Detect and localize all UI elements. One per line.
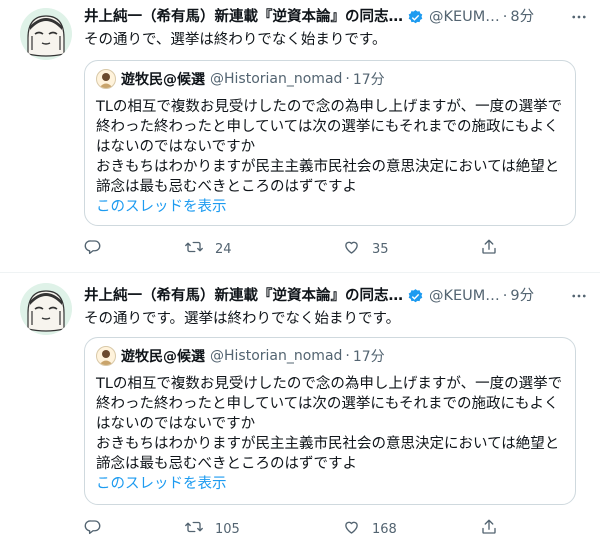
retweet-button[interactable]: 24 [184,238,232,260]
author-handle[interactable]: @KEUM… [429,7,500,27]
author-name[interactable]: 井上純一（希有馬）新連載『逆資本論』の同志… [84,7,403,27]
like-count: 168 [372,521,397,537]
like-count: 35 [372,241,389,257]
retweet-icon [184,518,204,540]
separator-dot: · [345,348,350,364]
show-thread-link[interactable]: このスレッドを表示 [96,197,227,217]
quoted-author-handle: @Historian_nomad [210,71,343,87]
show-thread-link[interactable]: このスレッドを表示 [96,474,227,494]
tweet-text: その通りです。選挙は終わりでなく始まりです。 [84,311,401,327]
more-options-icon[interactable] [570,287,588,305]
quoted-author-name: 遊牧民@候選 [121,72,205,88]
reply-button[interactable] [84,518,102,540]
share-button[interactable] [480,238,498,260]
heart-icon [342,238,361,260]
heart-icon [342,518,361,540]
like-button[interactable]: 35 [342,238,389,260]
retweet-icon [184,238,204,260]
more-options-icon[interactable] [570,8,588,26]
quoted-paragraph: おきもちはわかりますが民主主義市民社会の意思決定においては絶望と諦念は最も忌むべ… [96,159,560,195]
quoted-tweet-time: 17分 [352,72,385,88]
reply-icon [84,238,102,260]
tweet-actions: 105 168 [84,518,504,540]
quoted-tweet[interactable]: 遊牧民@候選 @Historian_nomad · 17分 TLの相互で複数お見… [84,60,576,226]
verified-badge-icon [407,288,424,305]
verified-badge-icon [407,9,424,26]
tweet-header: 井上純一（希有馬）新連載『逆資本論』の同志… @KEUM… · 8分 [84,6,588,28]
quoted-tweet-text: TLの相互で複数お見受けしたので念の為申し上げますが、一度の選挙で終わった終わっ… [96,374,565,474]
share-button[interactable] [480,518,498,540]
quoted-author-handle: @Historian_nomad [210,348,343,364]
author-avatar[interactable] [20,283,72,335]
quoted-tweet-text: TLの相互で複数お見受けしたので念の為申し上げますが、一度の選挙で終わった終わっ… [96,97,565,197]
retweet-count: 105 [215,521,240,537]
tweet[interactable]: 井上純一（希有馬）新連載『逆資本論』の同志… @KEUM… · 9分 その通りで… [0,273,600,544]
reply-icon [84,518,102,540]
retweet-button[interactable]: 105 [184,518,240,540]
quoted-paragraph: TLの相互で複数お見受けしたので念の為申し上げますが、一度の選挙で終わった終わっ… [96,99,563,155]
share-icon [480,238,498,260]
quoted-author-name: 遊牧民@候選 [121,349,205,365]
author-name[interactable]: 井上純一（希有馬）新連載『逆資本論』の同志… [84,286,403,306]
retweet-count: 24 [215,241,232,257]
quoted-author-avatar [96,69,116,89]
quoted-tweet-header: 遊牧民@候選 @Historian_nomad · 17分 [96,69,385,89]
quoted-paragraph: TLの相互で複数お見受けしたので念の為申し上げますが、一度の選挙で終わった終わっ… [96,376,563,432]
tweet-text: その通りで、選挙は終わりでなく始まりです。 [84,32,387,48]
separator-dot: · [502,288,508,304]
quoted-tweet-time: 17分 [352,349,385,365]
separator-dot: · [502,9,508,25]
reply-button[interactable] [84,238,102,260]
quoted-tweet-header: 遊牧民@候選 @Historian_nomad · 17分 [96,346,385,366]
author-handle[interactable]: @KEUM… [429,286,500,306]
quoted-tweet[interactable]: 遊牧民@候選 @Historian_nomad · 17分 TLの相互で複数お見… [84,337,576,505]
tweet-time[interactable]: 9分 [510,286,534,306]
like-button[interactable]: 168 [342,518,397,540]
quoted-paragraph: おきもちはわかりますが民主主義市民社会の意思決定においては絶望と諦念は最も忌むべ… [96,436,560,472]
share-icon [480,518,498,540]
quoted-author-avatar [96,346,116,366]
separator-dot: · [345,71,350,87]
tweet-actions: 24 35 [84,238,504,260]
tweet-time[interactable]: 8分 [510,7,534,27]
tweet[interactable]: 井上純一（希有馬）新連載『逆資本論』の同志… @KEUM… · 8分 その通りで… [0,0,600,273]
author-avatar[interactable] [20,8,72,60]
tweet-header: 井上純一（希有馬）新連載『逆資本論』の同志… @KEUM… · 9分 [84,285,588,307]
